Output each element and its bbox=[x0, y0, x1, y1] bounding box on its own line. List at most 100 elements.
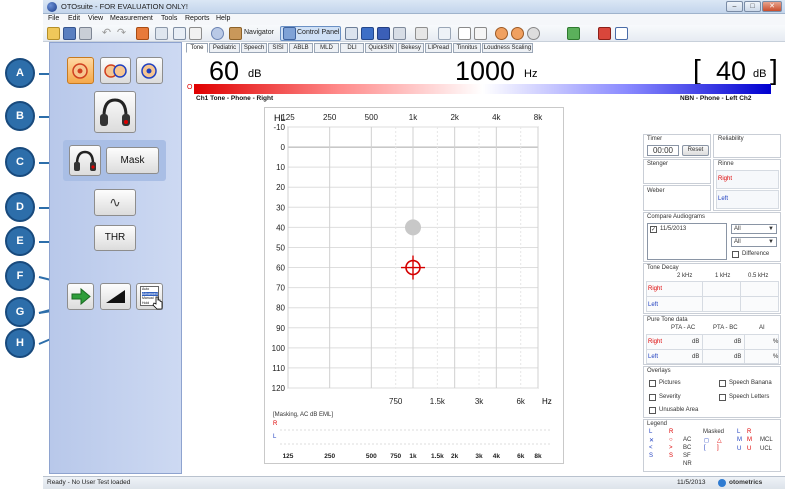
thr-button[interactable]: THR bbox=[94, 225, 136, 251]
left-ear-button[interactable] bbox=[136, 57, 163, 84]
transfer-icon[interactable] bbox=[567, 27, 580, 40]
pure-tone-right-ai-unit: % bbox=[773, 339, 779, 345]
masking-transducer-button[interactable] bbox=[69, 145, 101, 176]
tab-sisi[interactable]: SISI bbox=[268, 43, 288, 53]
tab-speech[interactable]: Speech bbox=[241, 43, 267, 53]
compare-item-date[interactable]: 11/5/2013 bbox=[660, 226, 686, 232]
navigator-icon[interactable] bbox=[229, 27, 242, 40]
wiring-icon[interactable] bbox=[415, 27, 428, 40]
audiogram-x-tick-top: 125 bbox=[281, 113, 295, 122]
chart-icon[interactable] bbox=[173, 27, 186, 40]
mask-button[interactable]: Mask bbox=[106, 147, 159, 174]
menu-measurement[interactable]: Measurement bbox=[110, 15, 153, 22]
legend-panel: Legend Masked L R L R ✕ ○ AC ◻ △ < > BC [] S S SF NR… bbox=[643, 419, 781, 472]
save-icon[interactable] bbox=[63, 27, 76, 40]
tone-type-button[interactable]: ∿ bbox=[94, 189, 136, 216]
legend-masked-label: Masked bbox=[703, 429, 725, 435]
severity-checkbox[interactable] bbox=[649, 394, 656, 401]
menu-edit[interactable]: Edit bbox=[68, 15, 80, 22]
minimize-button[interactable]: – bbox=[726, 1, 743, 12]
legend-symbol: AC bbox=[683, 437, 692, 443]
maximize-button[interactable]: □ bbox=[744, 1, 761, 12]
tab-lipread[interactable]: LIPread bbox=[425, 43, 452, 53]
headphones-icon[interactable] bbox=[495, 27, 508, 40]
audiogram-y-tick: 110 bbox=[272, 364, 285, 373]
settings-icon[interactable] bbox=[393, 27, 406, 40]
frequency-unit: Hz bbox=[524, 68, 538, 80]
flag-icon[interactable] bbox=[598, 27, 611, 40]
tab-ablb[interactable]: ABLB bbox=[289, 43, 313, 53]
audiogram-x-tick-bottom: 1.5k bbox=[430, 397, 446, 406]
speaker-icon[interactable] bbox=[511, 27, 524, 40]
speech-banana-checkbox[interactable] bbox=[719, 380, 726, 387]
menu-file[interactable]: File bbox=[48, 15, 59, 22]
masking-headphones-icon bbox=[74, 150, 96, 171]
compare-list[interactable]: ✓ 11/5/2013 bbox=[647, 223, 727, 260]
mode-popup-button[interactable]: Auto Advanced Manual Hold bbox=[136, 283, 163, 310]
tone-decay-panel: Tone Decay 2 kHz 1 kHz 0.5 kHz Right Lef… bbox=[643, 263, 781, 314]
masking-freq-label: 2k bbox=[451, 453, 459, 460]
compare-select-1[interactable]: All ▼ bbox=[731, 224, 777, 234]
insert-phone-icon[interactable] bbox=[527, 27, 540, 40]
edit-icon[interactable] bbox=[155, 27, 168, 40]
rinne-right-label: Right bbox=[718, 176, 733, 182]
report-icon[interactable] bbox=[189, 27, 202, 40]
menu-reports[interactable]: Reports bbox=[185, 15, 210, 22]
tab-pediatric[interactable]: Pediatric bbox=[209, 43, 240, 53]
navigator-label[interactable]: Navigator bbox=[244, 29, 274, 36]
pictures-checkbox[interactable] bbox=[649, 380, 656, 387]
right-ear-button[interactable] bbox=[67, 57, 94, 84]
unusable-area-checkbox[interactable] bbox=[649, 407, 656, 414]
layout-icon[interactable] bbox=[345, 27, 358, 40]
pure-tone-col-ai: AI bbox=[759, 325, 765, 331]
sort-icon[interactable] bbox=[438, 27, 451, 40]
tab-loudness-scaling[interactable]: Loudness Scaling bbox=[482, 43, 533, 53]
menu-tools[interactable]: Tools bbox=[161, 15, 177, 22]
menu-view[interactable]: View bbox=[88, 15, 103, 22]
audiogram-chart[interactable]: HL Hz -100102030405060708090100110120 12… bbox=[264, 107, 564, 407]
audiogram-y-tick: 40 bbox=[276, 223, 285, 232]
store-button[interactable] bbox=[67, 283, 94, 310]
compare-title: Compare Audiograms bbox=[647, 214, 706, 220]
redo-icon[interactable]: ↷ bbox=[115, 27, 128, 40]
left-ear-icon bbox=[141, 63, 157, 79]
tab-dli[interactable]: DLI bbox=[340, 43, 364, 53]
print-icon[interactable] bbox=[79, 27, 92, 40]
phone-panel-icon[interactable] bbox=[615, 27, 628, 40]
legend-symbol: [ bbox=[704, 445, 706, 451]
timer-panel: Timer 00:00 Reset bbox=[643, 134, 711, 158]
speech-letters-label: Speech Letters bbox=[729, 394, 770, 400]
patient-icon[interactable] bbox=[136, 27, 149, 40]
tab-quicksin[interactable]: QuickSIN bbox=[365, 43, 397, 53]
channel2-bracket-open: [ bbox=[693, 54, 701, 85]
audiogram-x-tick-bottom: 6k bbox=[516, 397, 525, 406]
menu-bar: File Edit View Measurement Tools Reports… bbox=[43, 14, 785, 25]
menu-help[interactable]: Help bbox=[216, 15, 230, 22]
audiogram-bottom-x-axis: 750 1.5k 3k 6k bbox=[389, 397, 526, 406]
close-button[interactable]: ✕ bbox=[762, 1, 782, 12]
tab-tinnitus[interactable]: Tinnitus bbox=[453, 43, 481, 53]
mask-face-icon[interactable] bbox=[377, 27, 390, 40]
monitor-icon[interactable] bbox=[361, 27, 374, 40]
transducer-button[interactable] bbox=[94, 91, 136, 133]
binaural-button[interactable] bbox=[100, 57, 131, 84]
pure-tone-left-bc-unit: dB bbox=[734, 354, 742, 360]
open-folder-icon[interactable] bbox=[47, 27, 60, 40]
ramp-button[interactable] bbox=[100, 283, 131, 310]
undo-icon[interactable]: ↶ bbox=[100, 27, 113, 40]
tab-tone[interactable]: Tone bbox=[186, 43, 208, 53]
tab-bekesy[interactable]: Bekesy bbox=[398, 43, 424, 53]
document-icon[interactable] bbox=[458, 27, 471, 40]
rinne-panel: Rinne Right Left bbox=[713, 159, 781, 211]
stenger-panel: Stenger bbox=[643, 159, 711, 184]
tab-mld[interactable]: MLD bbox=[314, 43, 339, 53]
compare-select-2[interactable]: All ▼ bbox=[731, 237, 777, 247]
compare-item-checkbox[interactable]: ✓ bbox=[650, 226, 657, 233]
checklist-icon[interactable] bbox=[474, 27, 487, 40]
difference-checkbox[interactable] bbox=[732, 251, 739, 258]
timer-reset-button[interactable]: Reset bbox=[682, 145, 709, 156]
audiogram-top-x-axis: 125 250 500 1k 2k 4k 8k bbox=[281, 113, 543, 122]
help-icon[interactable] bbox=[211, 27, 224, 40]
audiogram-hz-label: Hz bbox=[542, 397, 552, 406]
speech-letters-checkbox[interactable] bbox=[719, 394, 726, 401]
